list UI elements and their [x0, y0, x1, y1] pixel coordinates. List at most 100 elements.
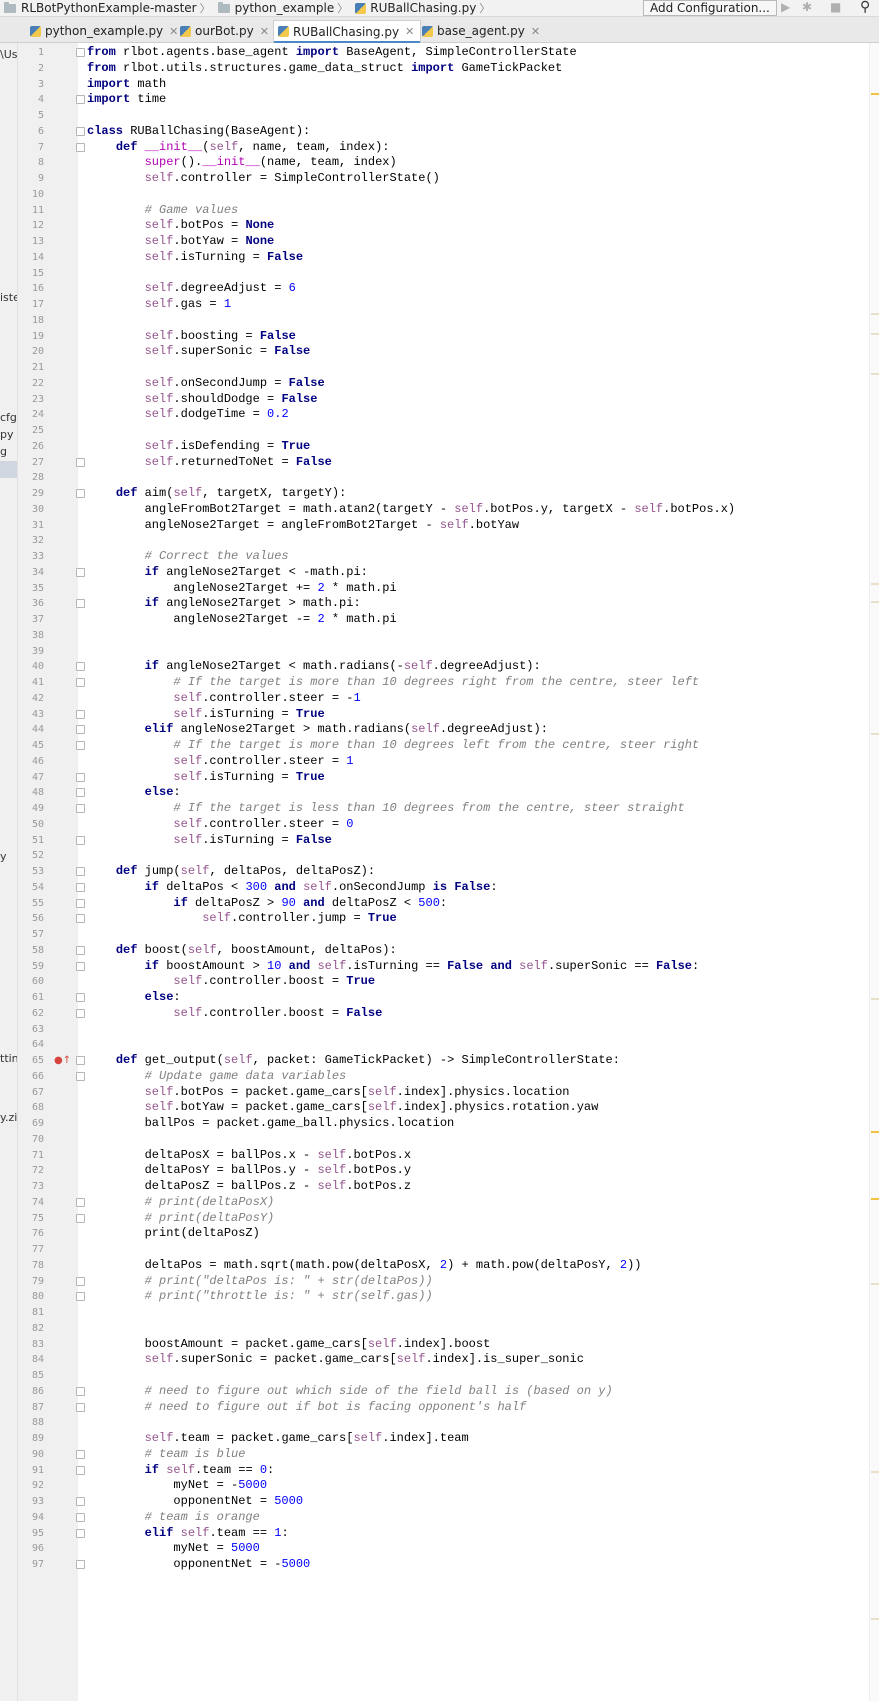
code-line[interactable]: 68 self.botYaw = packet.game_cars[self.i… — [0, 1099, 869, 1116]
code-text[interactable]: from rlbot.utils.structures.game_data_st… — [87, 60, 562, 77]
warning-marker[interactable] — [871, 93, 879, 95]
code-line[interactable]: 91 if self.team == 0: — [0, 1462, 869, 1479]
fold-marker-icon[interactable] — [76, 1071, 85, 1081]
code-line[interactable]: 88 — [0, 1414, 869, 1431]
line-number[interactable]: 23 — [18, 391, 44, 408]
fold-marker-icon[interactable] — [76, 126, 85, 136]
code-line[interactable]: 50 self.controller.steer = 0 — [0, 816, 869, 833]
code-line[interactable]: 10 — [0, 186, 869, 203]
code-line[interactable]: 90 # team is blue — [0, 1446, 869, 1463]
line-number[interactable]: 53 — [18, 863, 44, 880]
line-number[interactable]: 87 — [18, 1399, 44, 1416]
line-number[interactable]: 75 — [18, 1210, 44, 1227]
line-number[interactable]: 65 — [18, 1052, 44, 1069]
code-line[interactable]: 48 else: — [0, 784, 869, 801]
code-text[interactable]: self.returnedToNet = False — [87, 454, 332, 471]
code-text[interactable]: if angleNose2Target > math.pi: — [87, 595, 361, 612]
code-line[interactable]: 84 self.superSonic = packet.game_cars[se… — [0, 1351, 869, 1368]
fold-marker-icon[interactable] — [76, 709, 85, 719]
line-number[interactable]: 43 — [18, 706, 44, 723]
code-line[interactable]: 35 angleNose2Target += 2 * math.pi — [0, 580, 869, 597]
code-text[interactable]: self.superSonic = packet.game_cars[self.… — [87, 1351, 584, 1368]
code-line[interactable]: 27 self.returnedToNet = False — [0, 454, 869, 471]
line-number[interactable]: 39 — [18, 643, 44, 660]
code-line[interactable]: 38 — [0, 627, 869, 644]
line-number[interactable]: 92 — [18, 1477, 44, 1494]
code-line[interactable]: 52 — [0, 847, 869, 864]
fold-marker-icon[interactable] — [76, 1056, 85, 1065]
code-text[interactable]: self.degreeAdjust = 6 — [87, 280, 296, 297]
code-text[interactable]: self.controller.steer = -1 — [87, 690, 360, 707]
code-text[interactable]: self.botYaw = packet.game_cars[self.inde… — [87, 1099, 599, 1116]
code-text[interactable]: # Correct the values — [87, 548, 289, 565]
code-line[interactable]: 58 def boost(self, boostAmount, deltaPos… — [0, 942, 869, 959]
line-number[interactable]: 84 — [18, 1351, 44, 1368]
line-number[interactable]: 81 — [18, 1304, 44, 1321]
code-text[interactable]: import time — [87, 91, 166, 108]
code-text[interactable]: self.botPos = packet.game_cars[self.inde… — [87, 1084, 570, 1101]
code-text[interactable]: angleNose2Target = angleFromBot2Target -… — [87, 517, 519, 534]
code-line[interactable]: 94 # team is orange — [0, 1509, 869, 1526]
line-number[interactable]: 5 — [18, 107, 44, 124]
code-text[interactable]: if self.team == 0: — [87, 1462, 275, 1479]
line-number[interactable]: 47 — [18, 769, 44, 786]
line-number[interactable]: 88 — [18, 1414, 44, 1431]
line-number[interactable]: 74 — [18, 1194, 44, 1211]
line-number[interactable]: 66 — [18, 1068, 44, 1085]
line-number[interactable]: 82 — [18, 1320, 44, 1337]
code-line[interactable]: 82 — [0, 1320, 869, 1337]
code-line[interactable]: 23 self.shouldDodge = False — [0, 391, 869, 408]
line-number[interactable]: 10 — [18, 186, 44, 203]
code-line[interactable]: 66 # Update game data variables — [0, 1068, 869, 1085]
line-number[interactable]: 13 — [18, 233, 44, 250]
code-text[interactable]: if boostAmount > 10 and self.isTurning =… — [87, 958, 700, 975]
fold-marker-icon[interactable] — [76, 725, 85, 735]
code-text[interactable]: class RUBallChasing(BaseAgent): — [87, 123, 310, 140]
code-text[interactable]: elif angleNose2Target > math.radians(sel… — [87, 721, 548, 738]
code-text[interactable]: # print(deltaPosX) — [87, 1194, 275, 1211]
line-number[interactable]: 21 — [18, 359, 44, 376]
line-number[interactable]: 3 — [18, 76, 44, 93]
line-number[interactable]: 55 — [18, 895, 44, 912]
info-marker[interactable] — [871, 1471, 879, 1473]
code-line[interactable]: 37 angleNose2Target -= 2 * math.pi — [0, 611, 869, 628]
code-text[interactable]: # If the target is more than 10 degrees … — [87, 737, 699, 754]
line-number[interactable]: 72 — [18, 1162, 44, 1179]
code-line[interactable]: 96 myNet = 5000 — [0, 1540, 869, 1557]
line-number[interactable]: 60 — [18, 973, 44, 990]
line-number[interactable]: 90 — [18, 1446, 44, 1463]
line-number[interactable]: 17 — [18, 296, 44, 313]
line-number[interactable]: 54 — [18, 879, 44, 896]
fold-marker-icon[interactable] — [76, 835, 85, 845]
line-number[interactable]: 38 — [18, 627, 44, 644]
line-number[interactable]: 27 — [18, 454, 44, 471]
code-line[interactable]: 22 self.onSecondJump = False — [0, 375, 869, 392]
code-text[interactable]: self.controller.boost = True — [87, 973, 375, 990]
code-text[interactable]: # print(deltaPosY) — [87, 1210, 275, 1227]
code-text[interactable]: # team is orange — [87, 1509, 260, 1526]
line-number[interactable]: 63 — [18, 1021, 44, 1038]
code-line[interactable]: 13 self.botYaw = None — [0, 233, 869, 250]
line-number[interactable]: 78 — [18, 1257, 44, 1274]
line-number[interactable]: 15 — [18, 265, 44, 282]
stop-icon[interactable]: ■ — [830, 0, 841, 14]
code-line[interactable]: 43 self.isTurning = True — [0, 706, 869, 723]
warning-marker[interactable] — [871, 1131, 879, 1133]
code-text[interactable]: if angleNose2Target < math.radians(-self… — [87, 658, 541, 675]
code-line[interactable]: 39 — [0, 643, 869, 660]
code-text[interactable]: # Update game data variables — [87, 1068, 347, 1085]
code-line[interactable]: 42 self.controller.steer = -1 — [0, 690, 869, 707]
line-number[interactable]: 32 — [18, 532, 44, 549]
code-line[interactable]: 79 # print("deltaPos is: " + str(deltaPo… — [0, 1273, 869, 1290]
code-line[interactable]: 73 deltaPosZ = ballPos.z - self.botPos.z — [0, 1178, 869, 1195]
code-line[interactable]: 4 import time — [0, 91, 869, 108]
code-text[interactable]: self.team = packet.game_cars[self.index]… — [87, 1430, 469, 1447]
line-number[interactable]: 48 — [18, 784, 44, 801]
line-number[interactable]: 57 — [18, 926, 44, 943]
code-text[interactable]: deltaPosZ = ballPos.z - self.botPos.z — [87, 1178, 411, 1195]
code-line[interactable]: 14 self.isTurning = False — [0, 249, 869, 266]
code-text[interactable]: angleNose2Target += 2 * math.pi — [87, 580, 396, 597]
line-number[interactable]: 45 — [18, 737, 44, 754]
code-text[interactable]: def boost(self, boostAmount, deltaPos): — [87, 942, 397, 959]
code-line[interactable]: 72 deltaPosY = ballPos.y - self.botPos.y — [0, 1162, 869, 1179]
